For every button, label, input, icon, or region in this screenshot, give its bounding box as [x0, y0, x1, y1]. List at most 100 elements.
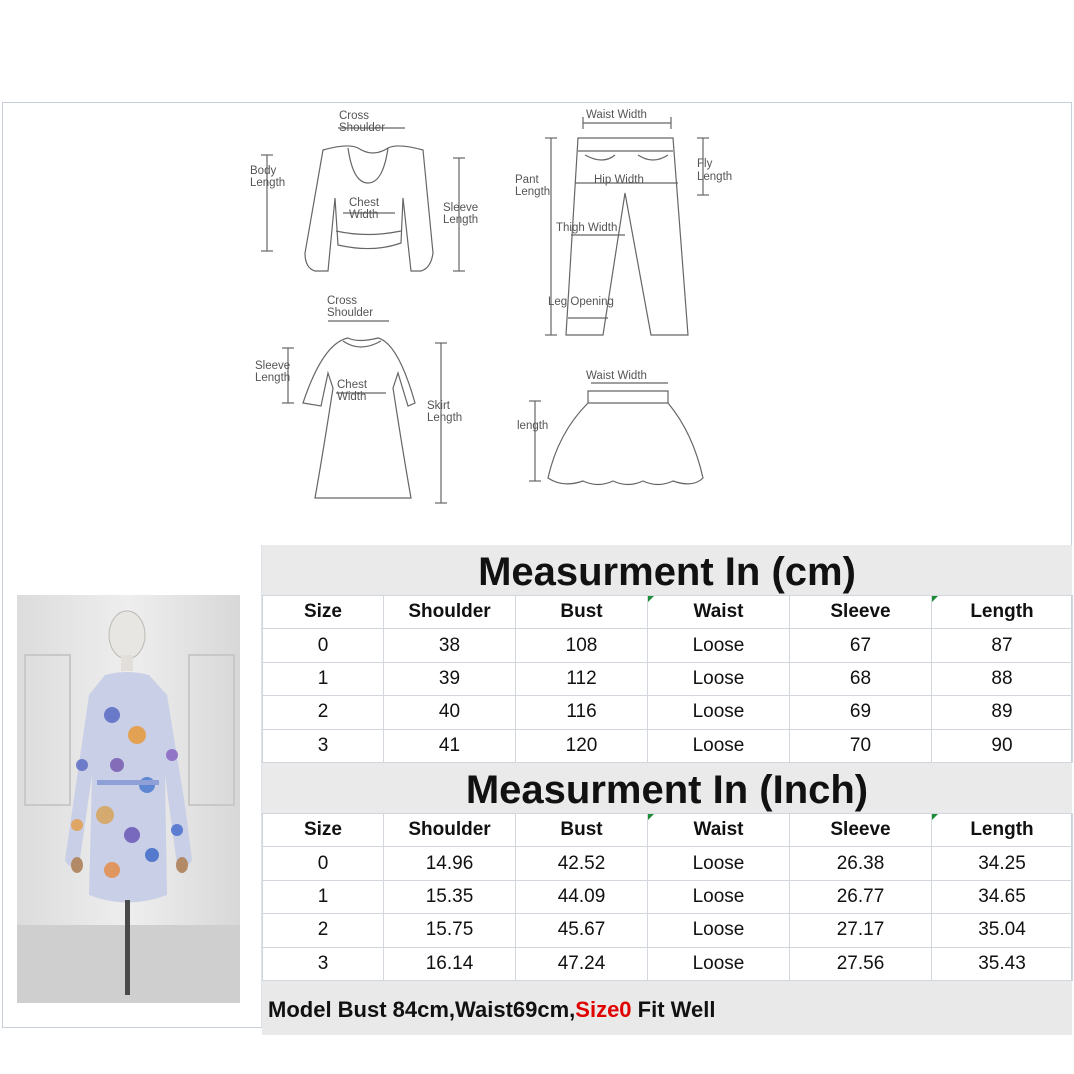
top-body-length-label-2: Length: [250, 177, 285, 189]
inch-cell: Loose: [647, 946, 790, 981]
cm-cell: 90: [931, 728, 1073, 763]
cm-cell: 40: [383, 695, 516, 730]
model-fit-suffix: Fit Well: [631, 996, 716, 1022]
dress-sleeve-length-label-2: Length: [255, 372, 290, 384]
model-fit-note: Model Bust 84cm,Waist69cm,Size0 Fit Well: [262, 980, 1072, 1035]
skirt-length-label: length: [517, 420, 548, 432]
cm-header-sleeve: Sleeve: [789, 594, 932, 630]
cm-header-waist: Waist: [647, 594, 790, 630]
table-row: 1 39 112 Loose 68 88: [262, 661, 1073, 697]
inch-cell: 15.35: [383, 879, 516, 915]
table-row: 3 16.14 47.24 Loose 27.56 35.43: [262, 946, 1073, 981]
dress-sketch: [282, 320, 447, 504]
inch-header-shoulder: Shoulder: [383, 812, 516, 848]
cm-cell: Loose: [647, 695, 790, 730]
garment-sketches: Cross Shoulder Body Length Chest Width S…: [250, 109, 732, 504]
cm-cell: 68: [789, 661, 932, 697]
table-row: 3 41 120 Loose 70 90: [262, 728, 1073, 763]
cm-cell: 1: [262, 661, 384, 697]
pants-fly-length-label-2: Length: [697, 171, 732, 183]
inch-cell: Loose: [647, 846, 790, 881]
inch-header-row: Size Shoulder Bust Waist Sleeve Length: [262, 812, 1073, 848]
cm-cell: 69: [789, 695, 932, 730]
dress-skirt-length-label-2: Length: [427, 412, 462, 424]
cm-cell: 41: [383, 728, 516, 763]
pants-pant-length-label-2: Length: [515, 186, 550, 198]
top-cross-shoulder-label-2: Shoulder: [339, 122, 385, 134]
inch-cell: 27.56: [789, 946, 932, 981]
cm-cell: 89: [931, 695, 1073, 730]
pants-leg-opening-label: Leg Opening: [548, 296, 614, 308]
dress-skirt-length-label-1: Skirt: [427, 400, 451, 412]
inch-cell: 1: [262, 879, 384, 915]
pants-waist-width-label: Waist Width: [586, 109, 647, 121]
top-cross-shoulder-label-1: Cross: [339, 110, 369, 122]
cm-cell: Loose: [647, 728, 790, 763]
cm-header-size: Size: [262, 594, 384, 630]
top-body-length-label-1: Body: [250, 165, 276, 177]
top-sleeve-length-label-1: Sleeve: [443, 202, 478, 214]
cm-cell: 3: [262, 728, 384, 763]
cm-cell: Loose: [647, 628, 790, 663]
inch-cell: 47.24: [515, 946, 648, 981]
table-row: 2 40 116 Loose 69 89: [262, 695, 1073, 730]
inch-cell: 3: [262, 946, 384, 981]
inch-header-waist: Waist: [647, 812, 790, 848]
inch-cell: 2: [262, 913, 384, 948]
top-sleeve-length-label-2: Length: [443, 214, 478, 226]
inch-cell: 16.14: [383, 946, 516, 981]
inch-cell: 26.38: [789, 846, 932, 881]
table-row: 0 14.96 42.52 Loose 26.38 34.25: [262, 846, 1073, 881]
cm-header-bust: Bust: [515, 594, 648, 630]
inch-cell: 26.77: [789, 879, 932, 915]
cm-cell: 112: [515, 661, 648, 697]
cm-cell: 70: [789, 728, 932, 763]
product-photo: [17, 595, 240, 1003]
inch-header-length: Length: [931, 812, 1073, 848]
skirt-sketch: [529, 382, 704, 486]
inch-header-bust: Bust: [515, 812, 648, 848]
inch-cell: 34.65: [931, 879, 1073, 915]
dress-cross-shoulder-label-1: Cross: [327, 295, 357, 307]
inch-header-sleeve: Sleeve: [789, 812, 932, 848]
inch-cell: 34.25: [931, 846, 1073, 881]
inch-cell: 14.96: [383, 846, 516, 881]
cm-cell: 2: [262, 695, 384, 730]
dress-chest-width-label-2: Width: [337, 391, 366, 403]
pants-thigh-width-label: Thigh Width: [556, 222, 617, 234]
dress-cross-shoulder-label-2: Shoulder: [327, 307, 373, 319]
inch-size-table: Size Shoulder Bust Waist Sleeve Length 0…: [262, 812, 1073, 981]
cm-cell: 108: [515, 628, 648, 663]
cm-cell: 38: [383, 628, 516, 663]
cm-header-shoulder: Shoulder: [383, 594, 516, 630]
inch-cell: 42.52: [515, 846, 648, 881]
cm-cell: 39: [383, 661, 516, 697]
dress-sleeve-length-label-1: Sleeve: [255, 360, 290, 372]
cm-cell: 116: [515, 695, 648, 730]
measurement-diagrams: Cross Shoulder Body Length Chest Width S…: [3, 103, 1071, 543]
inch-table-title: Measurment In (Inch): [262, 762, 1072, 813]
inch-cell: Loose: [647, 913, 790, 948]
cm-cell: 0: [262, 628, 384, 663]
table-row: 1 15.35 44.09 Loose 26.77 34.65: [262, 879, 1073, 915]
inch-cell: 0: [262, 846, 384, 881]
top-chest-width-label-1: Chest: [349, 197, 380, 209]
cm-cell: 120: [515, 728, 648, 763]
cm-size-table: Size Shoulder Bust Waist Sleeve Length 0…: [262, 594, 1073, 763]
inch-cell: 15.75: [383, 913, 516, 948]
cm-cell: 87: [931, 628, 1073, 663]
inch-cell: 27.17: [789, 913, 932, 948]
skirt-waist-width-label: Waist Width: [586, 370, 647, 382]
cm-table-title: Measurment In (cm): [262, 545, 1072, 595]
inch-cell: 45.67: [515, 913, 648, 948]
model-fit-size: Size0: [575, 996, 632, 1022]
pants-fly-length-label-1: Fly: [697, 158, 713, 170]
table-row: 2 15.75 45.67 Loose 27.17 35.04: [262, 913, 1073, 948]
size-tables: Measurment In (cm) Size Shoulder Bust Wa…: [262, 545, 1073, 1035]
cm-header-row: Size Shoulder Bust Waist Sleeve Length: [262, 594, 1073, 630]
cm-header-length: Length: [931, 594, 1073, 630]
dress-chest-width-label-1: Chest: [337, 379, 368, 391]
inch-header-size: Size: [262, 812, 384, 848]
pants-hip-width-label: Hip Width: [594, 174, 644, 186]
inch-cell: 35.43: [931, 946, 1073, 981]
